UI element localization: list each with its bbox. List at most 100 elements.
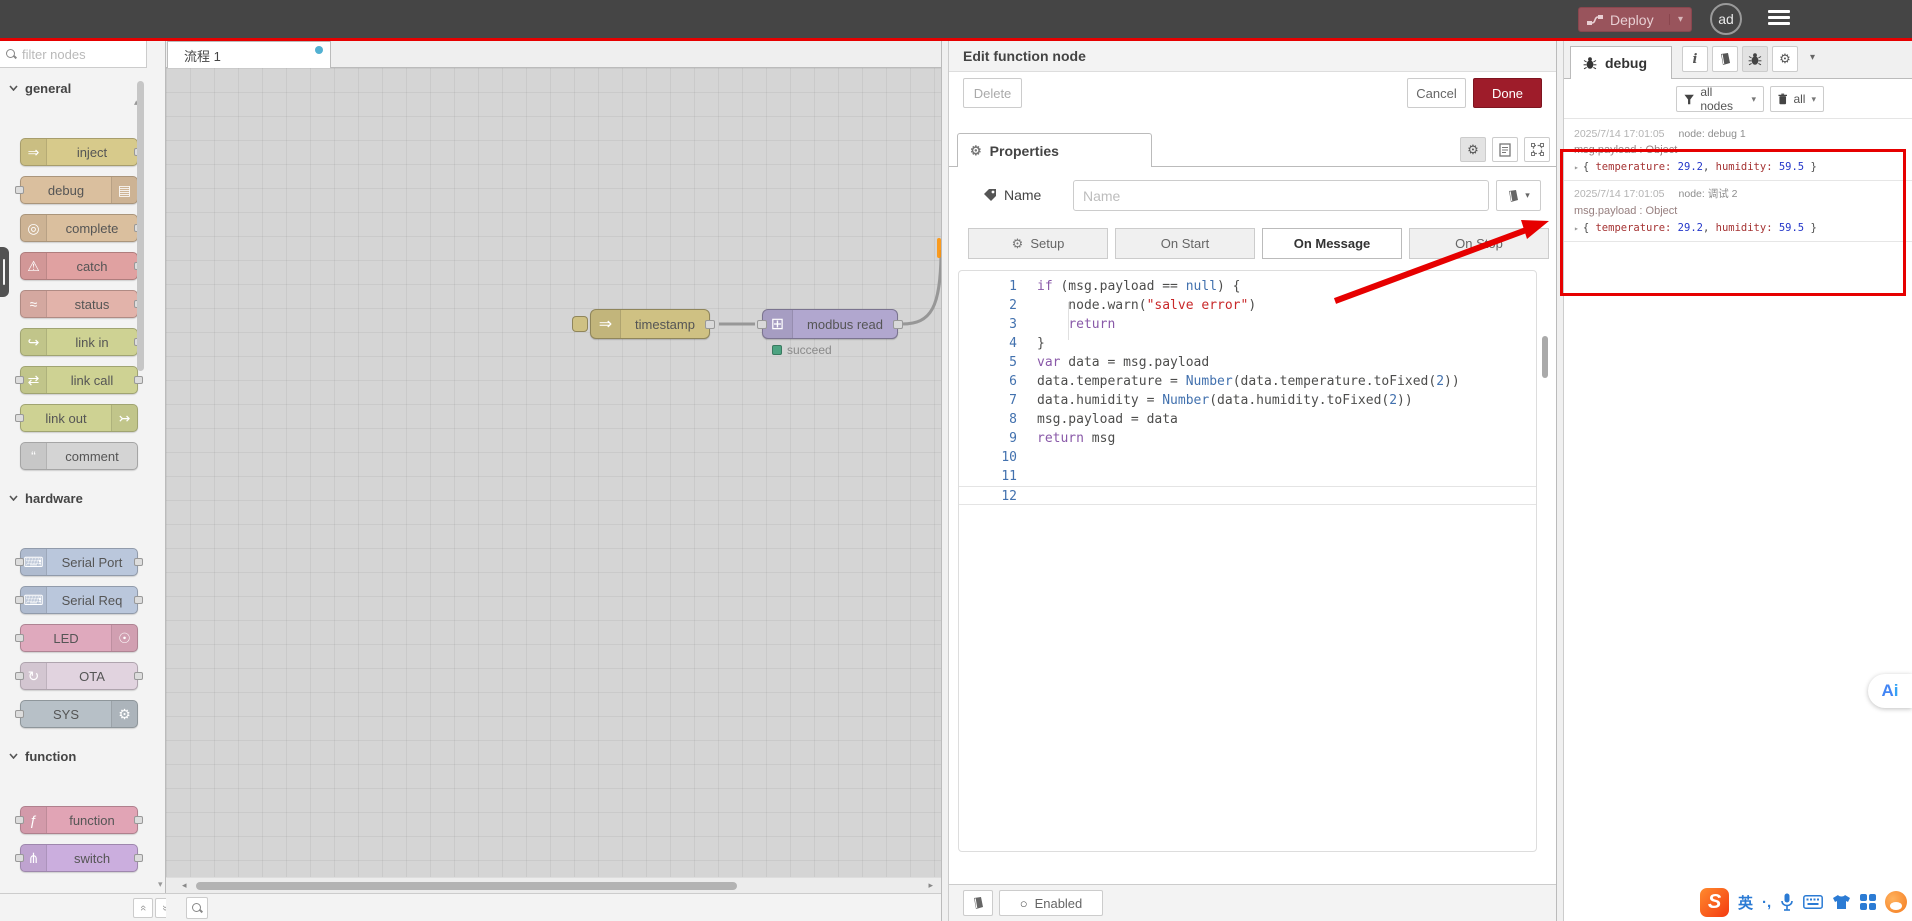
flow-tab[interactable]: 流程 1 <box>167 41 331 68</box>
palette-toggle-handle[interactable] <box>0 247 9 297</box>
user-avatar[interactable]: ad <box>1710 3 1742 35</box>
palette-node-link-call[interactable]: ⇄link call <box>20 366 138 394</box>
tab-properties[interactable]: ⚙ Properties <box>957 133 1152 167</box>
scroll-left-icon[interactable]: ◂ <box>182 880 187 891</box>
editor-line[interactable]: 11 <box>959 467 1536 486</box>
line-code: } <box>1037 334 1536 353</box>
h-scroll-thumb[interactable] <box>196 882 737 890</box>
config-nodes-button[interactable]: ⚙ <box>1772 46 1798 72</box>
filter-nodes-label: all nodes <box>1700 85 1745 113</box>
sidebar-options-caret[interactable]: ▾ <box>1810 52 1815 63</box>
palette-section-header[interactable]: hardware <box>0 486 165 510</box>
inject-trigger-button[interactable] <box>572 316 588 332</box>
palette-node-comment[interactable]: “comment <box>20 442 138 470</box>
palette-node-function[interactable]: ƒfunction <box>20 806 138 834</box>
palette-filter[interactable] <box>0 41 147 68</box>
help-button[interactable] <box>1712 46 1738 72</box>
palette-node-inject[interactable]: ⇒inject <box>20 138 138 166</box>
ime-punctuation-toggle[interactable]: ·, <box>1762 894 1771 911</box>
palette-node-link-out[interactable]: ↣link out <box>20 404 138 432</box>
editor-line[interactable]: 8msg.payload = data <box>959 410 1536 429</box>
canvas-h-scrollbar[interactable]: ◂ ▸ <box>166 877 941 893</box>
ime-emoji-icon[interactable] <box>1885 891 1907 913</box>
editor-line[interactable]: 3 return <box>959 315 1536 334</box>
palette-scrollbar[interactable] <box>137 81 144 371</box>
output-port[interactable] <box>705 320 715 329</box>
book-icon <box>972 896 985 910</box>
ime-toolbox-icon[interactable] <box>1860 894 1876 910</box>
editor-line[interactable]: 6data.temperature = Number(data.temperat… <box>959 372 1536 391</box>
deploy-button[interactable]: Deploy ▾ <box>1578 7 1692 32</box>
palette-node-led[interactable]: ☉LED <box>20 624 138 652</box>
inject-arrow-icon: ⇒ <box>591 310 621 338</box>
zoom-search-button[interactable] <box>186 897 208 919</box>
scroll-right-icon[interactable]: ▸ <box>928 880 933 891</box>
flow-node-modbus-read[interactable]: ⊞modbus read <box>762 309 898 339</box>
palette-node-ota[interactable]: ↻OTA <box>20 662 138 690</box>
description-button[interactable] <box>1492 137 1518 162</box>
editor-line[interactable]: 7data.humidity = Number(data.humidity.to… <box>959 391 1536 410</box>
node-settings-button[interactable]: ⚙ <box>1460 137 1486 162</box>
palette-node-complete[interactable]: ◎complete <box>20 214 138 242</box>
editor-line[interactable]: 9return msg <box>959 429 1536 448</box>
deploy-main[interactable]: Deploy <box>1579 12 1669 28</box>
keyboard-icon[interactable] <box>1803 895 1823 909</box>
filter-nodes-input[interactable] <box>22 47 127 62</box>
info-button[interactable]: i <box>1682 46 1708 72</box>
palette-node-debug[interactable]: ▤debug <box>20 176 138 204</box>
palette-node-label: SYS <box>21 701 111 727</box>
palette-node-serial-req[interactable]: ⌨Serial Req <box>20 586 138 614</box>
flow-canvas[interactable]: ⇒timestamp ⊞modbus read succeed <box>166 68 941 877</box>
ime-language-toggle[interactable]: 英 <box>1738 892 1753 913</box>
filter-nodes-button[interactable]: all nodes ▾ <box>1676 86 1764 112</box>
node-status-text: succeed <box>787 343 832 357</box>
name-input[interactable] <box>1073 180 1489 211</box>
palette-node-catch[interactable]: ⚠catch <box>20 252 138 280</box>
expand-icon <box>1531 143 1544 156</box>
input-port[interactable] <box>757 320 767 329</box>
palette-node-sys[interactable]: ⚙SYS <box>20 700 138 728</box>
collapse-categories-button[interactable]: « <box>133 898 153 918</box>
flow-node-timestamp[interactable]: ⇒timestamp <box>590 309 710 339</box>
enabled-toggle-button[interactable]: ○ Enabled <box>999 890 1103 916</box>
properties-tab-label: Properties <box>990 143 1059 159</box>
skin-shirt-icon[interactable] <box>1832 894 1851 910</box>
tray-scrollbar-thumb[interactable] <box>1542 336 1548 378</box>
ai-assistant-button[interactable]: Ai <box>1868 674 1912 708</box>
editor-line[interactable]: 4} <box>959 334 1536 353</box>
output-port[interactable] <box>893 320 903 329</box>
delete-button[interactable]: Delete <box>963 78 1022 108</box>
cancel-button[interactable]: Cancel <box>1407 78 1466 108</box>
sogou-logo[interactable]: S <box>1700 888 1729 917</box>
main-menu-icon[interactable] <box>1768 10 1790 28</box>
tab-setup[interactable]: ⚙Setup <box>968 228 1108 259</box>
debug-panel-button[interactable] <box>1742 46 1768 72</box>
done-button[interactable]: Done <box>1473 78 1542 108</box>
info-icon: i <box>1693 52 1698 67</box>
editor-line[interactable]: 2 node.warn("salve error") <box>959 296 1536 315</box>
palette-node-switch[interactable]: ⋔switch <box>20 844 138 872</box>
palette-node-serial-port[interactable]: ⌨Serial Port <box>20 548 138 576</box>
palette-node-status[interactable]: ≈status <box>20 290 138 318</box>
palette-section-header[interactable]: function <box>0 744 165 768</box>
editor-line[interactable]: 5var data = msg.payload <box>959 353 1536 372</box>
tab-on-stop[interactable]: On Stop <box>1409 228 1549 259</box>
library-button[interactable]: ▾ <box>1496 180 1541 211</box>
tab-debug[interactable]: debug <box>1570 46 1672 79</box>
code-editor[interactable]: 1if (msg.payload == null) {2 node.warn("… <box>958 270 1537 852</box>
expand-editor-button[interactable] <box>1524 137 1550 162</box>
deploy-options-caret[interactable]: ▾ <box>1669 14 1691 25</box>
editor-line[interactable]: 10 <box>959 448 1536 467</box>
footer-library-button[interactable] <box>963 890 993 916</box>
clear-messages-button[interactable]: all ▾ <box>1770 86 1824 112</box>
palette-node-link-in[interactable]: ↪link in <box>20 328 138 356</box>
microphone-icon[interactable] <box>1780 893 1794 911</box>
bug-icon <box>1748 52 1762 66</box>
palette-node-label: status <box>47 291 137 317</box>
editor-line[interactable]: 12 <box>959 486 1536 505</box>
palette-scroll-down-icon[interactable]: ▾ <box>158 879 163 890</box>
tab-on-start[interactable]: On Start <box>1115 228 1255 259</box>
tray-resize-handle[interactable] <box>941 41 949 921</box>
editor-line[interactable]: 1if (msg.payload == null) { <box>959 277 1536 296</box>
tab-on-message[interactable]: On Message <box>1262 228 1402 259</box>
